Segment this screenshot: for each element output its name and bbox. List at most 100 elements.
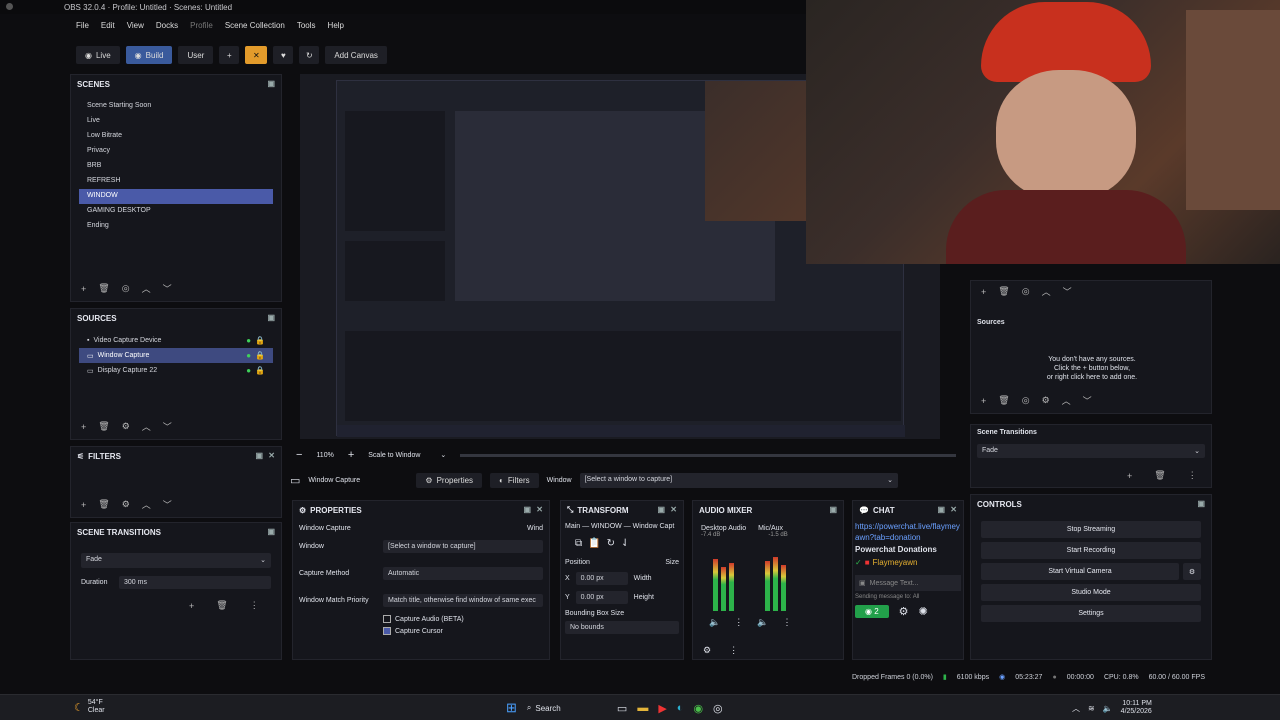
speaker-icon[interactable]: 🔈 xyxy=(709,617,720,628)
chat-input[interactable]: ▣ Message Text... xyxy=(855,575,961,591)
virtual-camera-settings-button[interactable]: ⚙ xyxy=(1183,563,1201,580)
prop-capture-cursor-row[interactable]: Capture Cursor xyxy=(293,623,549,635)
add-icon[interactable]: + xyxy=(81,422,86,432)
viewer-count-button[interactable]: ◉ 2 xyxy=(855,605,889,618)
add-icon[interactable]: + xyxy=(81,500,86,510)
filter-icon[interactable]: ◎ xyxy=(122,283,130,294)
heart-button[interactable]: ♥ xyxy=(273,46,294,64)
add-icon[interactable]: + xyxy=(1127,471,1132,481)
start-recording-button[interactable]: Start Recording xyxy=(981,542,1201,559)
chat-username[interactable]: Flaymeyawn xyxy=(873,558,918,567)
user-tab[interactable]: User xyxy=(178,46,214,64)
task-view-icon[interactable]: ▭ xyxy=(617,702,627,715)
gear-icon[interactable]: ⚙ xyxy=(899,605,909,618)
arrow-down-icon[interactable]: ﹀ xyxy=(163,282,172,295)
undock-icon[interactable]: ▣ xyxy=(267,527,275,536)
add-icon[interactable]: + xyxy=(81,284,86,294)
zoom-plus[interactable]: + xyxy=(348,449,354,461)
zoom-minus[interactable]: − xyxy=(296,449,302,461)
obs-icon[interactable]: ◎ xyxy=(713,702,723,715)
menu-profile[interactable]: Profile xyxy=(184,18,219,36)
settings-button[interactable]: Settings xyxy=(981,605,1201,622)
scene-item[interactable]: GAMING DESKTOP xyxy=(79,204,273,219)
tools-orange-button[interactable]: ✕ xyxy=(245,46,268,64)
refresh-button[interactable]: ↻ xyxy=(299,46,320,64)
prop-window-select[interactable]: [Select a window to capture] xyxy=(383,540,543,553)
arrow-up-icon[interactable]: ︿ xyxy=(1062,394,1071,407)
checkbox-icon[interactable] xyxy=(383,615,391,623)
gear-icon[interactable]: ⚙ xyxy=(122,499,130,510)
trash-icon[interactable]: 🗑 xyxy=(98,283,109,294)
source-item[interactable]: ▭ Display Capture 22 ● 🔒 xyxy=(79,363,273,378)
arrow-down-icon[interactable]: ﹀ xyxy=(163,420,172,433)
add-icon[interactable]: + xyxy=(981,396,986,406)
undock-icon[interactable]: ▣ xyxy=(267,313,275,322)
youtube-icon[interactable]: ▶ xyxy=(658,702,666,715)
flip-icon[interactable]: ⇃ xyxy=(621,538,629,549)
scene-item[interactable]: Scene Starting Soon xyxy=(79,99,273,114)
gear-icon[interactable]: ⚙ xyxy=(703,645,711,656)
filter-icon[interactable]: ◎ xyxy=(1022,395,1030,406)
eye-icon[interactable]: ● xyxy=(246,366,251,375)
filter-icon[interactable]: ◎ xyxy=(1022,286,1030,297)
properties-button[interactable]: ⚙ Properties xyxy=(416,472,483,488)
arrow-up-icon[interactable]: ︿ xyxy=(142,282,151,295)
windows-start-icon[interactable]: ⊞ xyxy=(506,700,517,716)
file-explorer-icon[interactable]: ▬ xyxy=(637,702,648,714)
taskbar-search[interactable]: ⌕ Search xyxy=(527,703,607,713)
more-icon[interactable]: ⋮ xyxy=(729,645,738,656)
more-icon[interactable]: ⋮ xyxy=(1188,470,1197,481)
scene-item[interactable]: Low Bitrate xyxy=(79,129,273,144)
lock-icon[interactable]: 🔒 xyxy=(255,336,265,345)
prop-capture-method-select[interactable]: Automatic xyxy=(383,567,543,580)
close-icon[interactable]: ✕ xyxy=(950,505,957,514)
eye-icon[interactable]: ● xyxy=(246,336,251,345)
scale-select[interactable]: Scale to Window ⌄ xyxy=(368,451,446,460)
undock-icon[interactable]: ▣ xyxy=(937,505,945,514)
filters-button[interactable]: ◐ Filters xyxy=(490,472,539,488)
edge-icon[interactable]: ◐ xyxy=(677,702,684,714)
checkbox-checked-icon[interactable] xyxy=(383,627,391,635)
source-item-selected[interactable]: ▭ Window Capture ● 🔒 xyxy=(79,348,273,363)
lock-icon[interactable]: 🔒 xyxy=(255,366,265,375)
menu-help[interactable]: Help xyxy=(322,18,350,36)
chrome-icon[interactable]: ◉ xyxy=(693,702,703,715)
add-canvas-button[interactable]: Add Canvas xyxy=(325,46,387,64)
trash-icon[interactable]: 🗑 xyxy=(1154,470,1165,481)
chevron-up-icon[interactable]: ︿ xyxy=(1072,703,1080,714)
close-icon[interactable]: ✕ xyxy=(536,505,543,514)
reset-icon[interactable]: ↻ xyxy=(607,538,615,549)
start-virtual-camera-button[interactable]: Start Virtual Camera xyxy=(981,563,1179,580)
y-field[interactable]: 0.00 px xyxy=(575,591,628,604)
copy-icon[interactable]: ⧉ xyxy=(575,538,582,549)
undock-icon[interactable]: ▣ xyxy=(1197,499,1205,508)
trash-icon[interactable]: 🗑 xyxy=(998,286,1009,297)
undock-icon[interactable]: ▣ xyxy=(829,505,837,514)
studio-mode-button[interactable]: Studio Mode xyxy=(981,584,1201,601)
stop-streaming-button[interactable]: Stop Streaming xyxy=(981,521,1201,538)
menu-view[interactable]: View xyxy=(121,18,150,36)
arrow-down-icon[interactable]: ﹀ xyxy=(1083,394,1092,407)
speaker-icon[interactable]: 🔈 xyxy=(757,617,768,628)
window-select[interactable]: [Select a window to capture] ⌄ xyxy=(579,472,898,488)
emote-icon[interactable]: ▣ xyxy=(859,579,866,587)
wifi-icon[interactable]: ≋ xyxy=(1088,704,1095,713)
more-icon[interactable]: ⋮ xyxy=(250,600,259,611)
close-icon[interactable]: ✕ xyxy=(268,451,275,460)
scene-item[interactable]: Ending xyxy=(79,219,273,234)
add-icon[interactable]: + xyxy=(189,601,194,611)
preview-scrollbar[interactable] xyxy=(460,453,956,457)
prop-capture-audio-row[interactable]: Capture Audio (BETA) xyxy=(293,607,549,623)
arrow-up-icon[interactable]: ︿ xyxy=(142,420,151,433)
add-tab-button[interactable]: + xyxy=(219,46,240,64)
undock-icon[interactable]: ▣ xyxy=(657,505,665,514)
settings-wheel-icon[interactable]: ✺ xyxy=(919,605,928,618)
gear-icon[interactable]: ⚙ xyxy=(122,421,130,432)
menu-scene-collection[interactable]: Scene Collection xyxy=(219,18,291,36)
more-icon[interactable]: ⋮ xyxy=(734,617,743,628)
trash-icon[interactable]: 🗑 xyxy=(98,421,109,432)
clock[interactable]: 10:11 PM 4/25/2026 xyxy=(1121,700,1152,716)
prop-match-select[interactable]: Match title, otherwise find window of sa… xyxy=(383,594,543,607)
menu-tools[interactable]: Tools xyxy=(291,18,322,36)
menu-edit[interactable]: Edit xyxy=(95,18,121,36)
